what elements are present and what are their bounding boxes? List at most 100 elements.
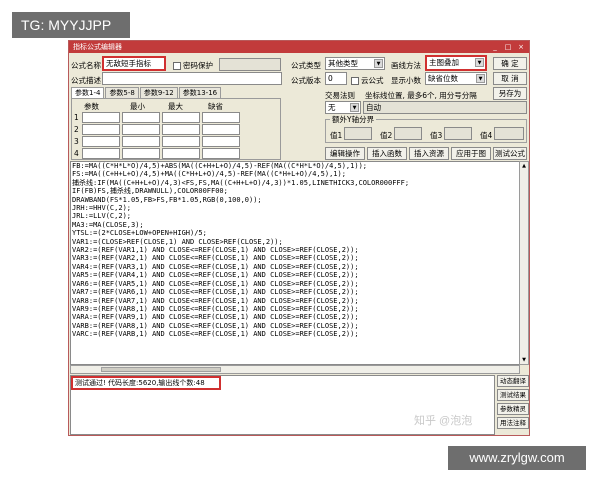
code-line: FS:=MA((C+H+L+O)/4,5)+MA((C*H+L+O)/4,5)-… — [72, 170, 346, 179]
test-formula-button[interactable]: 测试公式 — [493, 147, 527, 160]
param-cell[interactable] — [202, 112, 240, 123]
tab-params-9-12[interactable]: 参数9-12 — [139, 87, 178, 98]
formula-editor-window: 指标公式编辑器 _ □ × 公式名称 无敌短手指标 密码保护 公式类型 其他类型… — [68, 40, 530, 436]
code-line: JRH:=HHV(C,2); — [72, 204, 132, 213]
code-line: VAR1:=(CLOSE>REF(CLOSE,1) AND CLOSE>REF(… — [72, 237, 283, 246]
password-label: 密码保护 — [183, 61, 213, 70]
extra-y-axis-group: 额外Y轴分界 值1 值2 值3 值4 — [325, 114, 527, 143]
draw-method-select[interactable]: 主图叠加 ▼ — [425, 55, 487, 71]
cancel-button[interactable]: 取 消 — [493, 72, 527, 85]
code-editor[interactable]: FB:=MA((C*H*L*O)/4,5)+ABS(MA((C+H+L+O)/4… — [70, 161, 520, 365]
value2-input[interactable] — [394, 127, 422, 140]
insert-resource-button[interactable]: 插入资源 — [409, 147, 449, 160]
chevron-down-icon: ▼ — [374, 59, 383, 68]
draw-method-value: 主图叠加 — [429, 58, 459, 67]
formula-type-select[interactable]: 其他类型 ▼ — [325, 57, 385, 70]
zhihu-watermark: 知乎 @泡泡 — [414, 415, 473, 427]
trade-rule-select[interactable]: 无 ▼ — [325, 101, 361, 114]
dynamic-translate-button[interactable]: 动态翻译 — [497, 375, 529, 387]
value1-input[interactable] — [344, 127, 372, 140]
cloud-formula-checkbox[interactable]: 云公式 — [351, 75, 384, 86]
param-tabs: 参数1-4 参数5-8 参数9-12 参数13-16 — [71, 87, 222, 98]
code-line: VAR4:=(REF(VAR3,1) AND CLOSE<=REF(CLOSE,… — [72, 262, 359, 271]
maximize-icon[interactable]: □ — [503, 42, 513, 52]
param-panel: 参数 最小 最大 缺省 1 2 3 4 — [71, 98, 281, 160]
trade-rule-label: 交易法则 — [325, 91, 355, 100]
param-cell[interactable] — [202, 148, 240, 159]
scroll-up-icon[interactable]: ▲ — [520, 162, 528, 170]
cloud-label: 云公式 — [361, 76, 384, 85]
trade-rule-value: 无 — [328, 103, 336, 112]
insert-function-button[interactable]: 插入函数 — [367, 147, 407, 160]
scroll-thumb[interactable] — [101, 367, 221, 372]
code-line: DRAWBAND(FS*1.05,FB>FS,FB*1.05,RGB(0,100… — [72, 195, 262, 204]
password-input[interactable] — [219, 58, 281, 71]
formula-version-input[interactable]: 0 — [325, 72, 347, 85]
formula-desc-input[interactable] — [102, 72, 282, 85]
param-header-max: 最大 — [168, 102, 183, 111]
horizontal-scrollbar[interactable] — [70, 365, 520, 374]
value3-label: 值3 — [430, 131, 443, 140]
tab-params-5-8[interactable]: 参数5-8 — [105, 87, 139, 98]
scroll-down-icon[interactable]: ▼ — [520, 356, 528, 364]
param-cell[interactable] — [162, 136, 200, 147]
window-title: 指标公式编辑器 — [73, 43, 122, 51]
formula-version-label: 公式版本 — [291, 76, 321, 85]
param-header-default: 缺省 — [208, 102, 223, 111]
param-cell[interactable] — [122, 148, 160, 159]
formula-type-value: 其他类型 — [328, 59, 358, 68]
close-icon[interactable]: × — [516, 42, 526, 52]
value1-label: 值1 — [330, 131, 343, 140]
param-header-min: 最小 — [130, 102, 145, 111]
edit-operation-button[interactable]: 编辑操作 — [325, 147, 365, 160]
param-cell[interactable] — [122, 124, 160, 135]
value3-input[interactable] — [444, 127, 472, 140]
tab-params-1-4[interactable]: 参数1-4 — [71, 87, 105, 98]
param-wizard-button[interactable]: 参数精灵 — [497, 403, 529, 415]
decimal-select[interactable]: 缺省位数 ▼ — [425, 72, 487, 85]
code-line: 捕杀线:IF(MA((C+H+L+O)/4,3)<FS,FS,MA((C+H+L… — [72, 178, 410, 187]
param-cell[interactable] — [162, 148, 200, 159]
chevron-down-icon: ▼ — [350, 103, 359, 112]
apply-to-chart-button[interactable]: 应用于图 — [451, 147, 491, 160]
param-cell[interactable] — [162, 124, 200, 135]
value4-input[interactable] — [494, 127, 524, 140]
tab-params-13-16[interactable]: 参数13-16 — [178, 87, 222, 98]
title-bar: 指标公式编辑器 _ □ × — [69, 41, 529, 53]
coord-line-label: 坐标线位置, 最多6个, 用分号分隔 — [365, 91, 477, 100]
code-line: IF(FB)FS,捕杀线,DRAWNULL),COLOR00FF00; — [72, 187, 228, 196]
extra-y-axis-label: 额外Y轴分界 — [330, 114, 377, 125]
param-row-label: 3 — [74, 137, 79, 146]
value4-label: 值4 — [480, 131, 493, 140]
save-as-button[interactable]: 另存为 — [493, 87, 527, 100]
code-line: JRL:=LLV(C,2); — [72, 212, 132, 221]
password-protect-checkbox[interactable]: 密码保护 — [173, 60, 213, 71]
minimize-icon[interactable]: _ — [490, 42, 500, 52]
param-cell[interactable] — [82, 136, 120, 147]
code-line: VARB:=(REF(VAR8,1) AND CLOSE<=REF(CLOSE,… — [72, 321, 359, 330]
vertical-scrollbar[interactable]: ▲ ▼ — [519, 161, 529, 365]
draw-method-label: 画线方法 — [391, 61, 421, 70]
code-line: VAR9:=(REF(VAR8,1) AND CLOSE<=REF(CLOSE,… — [72, 304, 359, 313]
param-cell[interactable] — [122, 136, 160, 147]
usage-notes-button[interactable]: 用法注释 — [497, 417, 529, 429]
param-cell[interactable] — [122, 112, 160, 123]
param-cell[interactable] — [82, 124, 120, 135]
param-cell[interactable] — [202, 124, 240, 135]
test-result-button[interactable]: 测试结果 — [497, 389, 529, 401]
ok-button[interactable]: 确 定 — [493, 57, 527, 70]
site-badge: www.zrylgw.com — [448, 446, 586, 470]
param-header-name: 参数 — [84, 102, 99, 111]
param-cell[interactable] — [162, 112, 200, 123]
param-row-label: 4 — [74, 149, 79, 158]
coord-line-input[interactable]: 自动 — [363, 101, 527, 114]
formula-name-input[interactable]: 无敌短手指标 — [102, 56, 166, 71]
value2-label: 值2 — [380, 131, 393, 140]
code-line: VAR3:=(REF(VAR2,1) AND CLOSE<=REF(CLOSE,… — [72, 254, 359, 263]
param-cell[interactable] — [82, 112, 120, 123]
status-message: 测试通过! 代码长度:5620,输出线个数:48 — [71, 376, 221, 390]
param-cell[interactable] — [202, 136, 240, 147]
formula-desc-label: 公式描述 — [71, 76, 101, 85]
param-cell[interactable] — [82, 148, 120, 159]
code-line: VAR5:=(REF(VAR4,1) AND CLOSE<=REF(CLOSE,… — [72, 271, 359, 280]
